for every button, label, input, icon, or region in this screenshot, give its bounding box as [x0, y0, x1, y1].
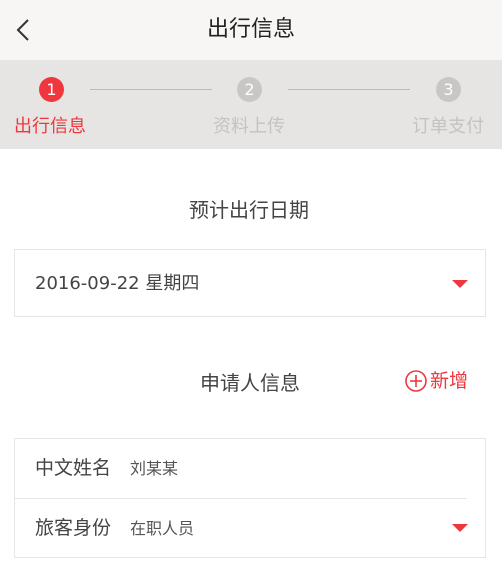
applicant-heading: 申请人信息 [200, 371, 300, 395]
step-1-badge: 1 [39, 77, 64, 102]
name-row: 中文姓名 刘某某 [15, 439, 485, 499]
form-content: 预计出行日期 2016-09-22 星期四 申请人信息 新增 中文姓名 刘某某 … [0, 149, 502, 577]
identity-select-value: 在职人员 [130, 519, 195, 538]
identity-row[interactable]: 旅客身份 在职人员 [15, 499, 485, 558]
applicant-card: 中文姓名 刘某某 旅客身份 在职人员 [14, 438, 486, 558]
add-applicant-label: 新增 [430, 370, 469, 392]
step-3-label: 订单支付 [412, 116, 484, 137]
step-1-label: 出行信息 [14, 116, 86, 137]
step-connector [90, 89, 212, 90]
caret-down-icon [452, 280, 468, 288]
trip-date-value: 2016-09-22 星期四 [35, 273, 200, 294]
step-2-badge: 2 [237, 77, 262, 102]
trip-date-heading: 预计出行日期 [189, 198, 309, 222]
back-button[interactable] [8, 12, 42, 48]
identity-label: 旅客身份 [35, 517, 112, 539]
navigation-bar: 出行信息 [0, 0, 502, 60]
trip-date-select[interactable]: 2016-09-22 星期四 [14, 249, 486, 317]
chevron-left-icon [16, 19, 29, 41]
step-connector [288, 89, 410, 90]
step-3-badge: 3 [436, 77, 461, 102]
name-label: 中文姓名 [35, 457, 112, 479]
name-field[interactable]: 刘某某 [130, 439, 430, 498]
step-indicator: 1 2 3 出行信息 资料上传 订单支付 [0, 60, 502, 149]
plus-circle-icon [405, 370, 427, 392]
page-title: 出行信息 [206, 17, 295, 42]
caret-down-icon [452, 524, 468, 532]
step-2-label: 资料上传 [213, 116, 285, 137]
